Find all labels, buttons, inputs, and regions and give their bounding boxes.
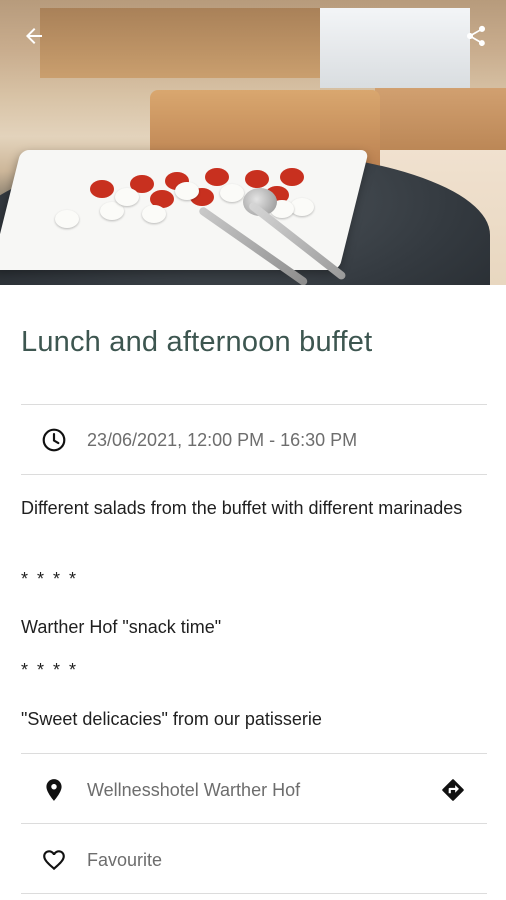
share-icon: [467, 25, 485, 46]
event-description-line: Different salads from the buffet with di…: [21, 498, 463, 518]
event-title: Lunch and afternoon buffet: [21, 326, 373, 358]
directions-icon: [442, 779, 464, 801]
location-pin-icon: [46, 779, 62, 801]
event-description-line: "Sweet delicacies" from our patisserie: [21, 709, 322, 729]
favourite-label: Favourite: [87, 849, 163, 870]
description-separator: * * * *: [21, 660, 79, 680]
hero-window: [320, 8, 470, 88]
location-name: Wellnesshotel Warther Hof: [87, 779, 301, 800]
hero-mozzarella: [220, 184, 244, 202]
hero-mozzarella: [142, 205, 166, 223]
favourite-row[interactable]: Favourite: [21, 840, 487, 880]
hero-tomato: [90, 180, 114, 198]
divider: [21, 753, 487, 754]
share-button[interactable]: [458, 18, 494, 54]
event-description-line: Warther Hof "snack time": [21, 617, 222, 637]
event-datetime-row: 23/06/2021, 12:00 PM - 16:30 PM: [21, 420, 487, 460]
arrow-left-icon: [26, 28, 42, 44]
hero-tomato: [205, 168, 229, 186]
hero-mozzarella: [55, 210, 79, 228]
event-datetime: 23/06/2021, 12:00 PM - 16:30 PM: [87, 429, 358, 450]
location-row[interactable]: Wellnesshotel Warther Hof: [21, 770, 487, 810]
directions-button[interactable]: [440, 777, 466, 803]
heart-outline-icon: [43, 850, 65, 871]
clock-icon: [42, 428, 66, 452]
hero-mozzarella: [115, 188, 139, 206]
hero-mozzarella: [175, 182, 199, 200]
divider: [21, 823, 487, 824]
hero-tomato: [245, 170, 269, 188]
description-separator: * * * *: [21, 569, 79, 589]
hero-cabinet: [375, 88, 506, 158]
divider: [21, 474, 487, 475]
back-button[interactable]: [16, 18, 52, 54]
hero-tomato: [280, 168, 304, 186]
divider: [21, 404, 487, 405]
divider: [21, 893, 487, 894]
hero-image: [0, 0, 506, 285]
